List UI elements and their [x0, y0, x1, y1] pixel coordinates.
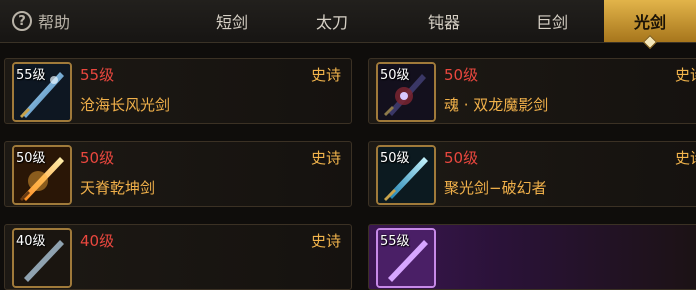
item-rarity: 史诗: [675, 149, 696, 167]
item-card[interactable]: 55级 55级 沧海长风光剑 史诗: [4, 58, 352, 124]
item-card[interactable]: 50级 50级 聚光剑−破幻者 史诗: [368, 141, 696, 207]
dark-blade-icon: 50级: [376, 62, 436, 122]
purple-blade-icon: 55级: [376, 228, 436, 288]
item-level: 40级: [80, 232, 115, 250]
cyan-blade-icon: 50级: [376, 145, 436, 205]
tab-katana[interactable]: 太刀: [286, 0, 378, 42]
category-tab-bar: ? 帮助 短剑 太刀 钝器 巨剑 光剑: [0, 0, 696, 50]
active-tab-marker: [642, 34, 658, 50]
item-level: 55级: [80, 66, 115, 84]
tab-short-sword[interactable]: 短剑: [186, 0, 278, 42]
item-card[interactable]: 50级 50级 魂 · 双龙魔影剑 史诗: [368, 58, 696, 124]
item-card[interactable]: 50级 50级 天脊乾坤剑 史诗: [4, 141, 352, 207]
item-rarity: 史诗: [311, 232, 342, 250]
item-level: 50级: [80, 149, 115, 167]
tab-blunt-weapon[interactable]: 钝器: [398, 0, 490, 42]
blade-icon: 40级: [12, 228, 72, 288]
item-rarity: 史诗: [311, 149, 342, 167]
item-level: 50级: [444, 149, 479, 167]
item-name: 魂 · 双龙魔影剑: [444, 96, 549, 114]
tab-great-sword[interactable]: 巨剑: [506, 0, 598, 42]
item-name: 聚光剑−破幻者: [444, 179, 547, 197]
golden-blade-icon: 50级: [12, 145, 72, 205]
help-button[interactable]: ? 帮助: [12, 9, 70, 33]
item-card[interactable]: 40级 40级 史诗: [4, 224, 352, 290]
tab-light-sword[interactable]: 光剑: [604, 0, 696, 50]
item-name: 天脊乾坤剑: [80, 179, 156, 197]
item-name: 沧海长风光剑: [80, 96, 171, 114]
item-rarity: 史诗: [675, 66, 696, 84]
question-mark-icon: ?: [12, 11, 32, 31]
item-card[interactable]: 55级: [368, 224, 696, 290]
light-blade-icon: 55级: [12, 62, 72, 122]
item-rarity: 史诗: [311, 66, 342, 84]
item-level: 50级: [444, 66, 479, 84]
help-label: 帮助: [38, 13, 71, 32]
